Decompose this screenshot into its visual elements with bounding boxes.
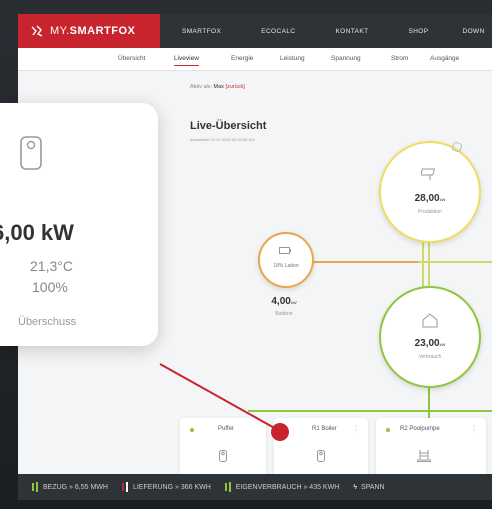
lightning-icon: ϟ	[353, 483, 357, 491]
status-lieferung: LIEFERUNG » 366 KWH	[121, 482, 211, 492]
status-bezug-text: BEZUG » 6,55 MWH	[43, 483, 108, 491]
nav-downloads[interactable]: DOWN	[462, 28, 484, 35]
sub-nav: Übersicht Liveview Energie Leistung Span…	[18, 48, 492, 71]
bar-chart-icon	[121, 483, 124, 491]
battery-value-group: 4,00kW	[254, 296, 314, 307]
tab-strom[interactable]: Strom	[391, 55, 408, 62]
solar-panel-icon	[421, 168, 436, 180]
temperature-value: 21,3°C	[30, 258, 73, 274]
battery-node[interactable]: 18% Laden	[258, 232, 314, 288]
bar-chart-icon	[224, 483, 227, 491]
tab-leistung[interactable]: Leistung	[280, 55, 305, 62]
battery-unit: kW	[290, 300, 297, 305]
percent-value: 100%	[32, 279, 68, 295]
fox-logo-icon	[31, 25, 43, 37]
nav-shop[interactable]: SHOP	[408, 28, 428, 35]
zoom-callout-card: 6,00 kW 21,3°C 100% Überschuss	[0, 103, 158, 346]
status-lieferung-text: LIEFERUNG » 366 KWH	[132, 483, 211, 491]
status-bezug: BEZUG » 6,55 MWH	[32, 482, 108, 492]
bar-chart-icon	[228, 482, 231, 492]
status-dot	[386, 428, 390, 432]
status-spannung-text: SPANN	[360, 483, 385, 491]
tab-liveview[interactable]: Liveview	[174, 55, 199, 66]
surplus-label: Überschuss	[18, 316, 77, 328]
consumption-value: 23,00	[414, 338, 440, 349]
battery-value: 4,00	[271, 296, 291, 307]
nav-smartfox[interactable]: SMARTFOX	[182, 28, 221, 35]
production-unit: kW	[439, 197, 446, 202]
nav-kontakt[interactable]: KONTAKT	[335, 28, 368, 35]
production-node[interactable]: 28,00kW Produktion	[379, 141, 481, 243]
surplus-power-value: 6,00 kW	[0, 220, 74, 245]
brand-name-bold: SMARTFOX	[69, 25, 136, 37]
tab-energie[interactable]: Energie	[231, 55, 253, 62]
status-dot	[284, 428, 288, 432]
bar-chart-icon	[125, 482, 128, 492]
load-card-name: R2 Poolpumpe	[400, 426, 440, 432]
page-title: Live-Übersicht	[190, 120, 267, 132]
main-nav: SMARTFOX ECOCALC KONTAKT SHOP DOWN	[168, 14, 485, 48]
boiler-icon	[20, 136, 42, 170]
status-eigen-text: EIGENVERBRAUCH » 435 KWH	[235, 483, 340, 491]
breadcrumb: Aktiv als: Max [zurück]	[190, 84, 245, 90]
status-spannung: ϟ SPANN	[353, 484, 384, 491]
load-card-name: Puffer	[218, 426, 234, 432]
production-label: Produktion	[418, 209, 442, 215]
production-value: 28,00	[414, 193, 440, 204]
boiler-icon	[219, 450, 227, 462]
boiler-icon	[317, 450, 325, 462]
house-icon	[422, 313, 438, 328]
status-bar: BEZUG » 6,55 MWH LIEFERUNG » 366 KWH EIG…	[18, 474, 492, 500]
battery-label: Batterie	[275, 311, 293, 317]
bar-chart-icon	[36, 482, 38, 492]
battery-icon	[279, 247, 291, 254]
tab-spannung[interactable]: Spannung	[331, 55, 361, 62]
connector-battery	[308, 261, 418, 263]
tab-ausgaenge[interactable]: Ausgänge	[430, 55, 459, 62]
back-link[interactable]: [zurück]	[225, 84, 244, 90]
load-card-name: R1 Boiler	[312, 426, 337, 432]
nav-ecocalc[interactable]: ECOCALC	[261, 28, 295, 35]
pool-pump-icon	[417, 450, 431, 462]
brand-logo[interactable]: MY. SMARTFOX	[18, 14, 160, 48]
settings-icon[interactable]	[450, 140, 464, 154]
breadcrumb-user: Max	[213, 84, 224, 90]
consumption-node[interactable]: 23,00kW Verbrauch	[379, 286, 481, 388]
breadcrumb-prefix: Aktiv als:	[190, 84, 213, 90]
top-bar: MY. SMARTFOX SMARTFOX ECOCALC KONTAKT SHO…	[18, 14, 492, 48]
status-dot	[190, 428, 194, 432]
connector-loads-bus	[248, 410, 492, 412]
status-eigen: EIGENVERBRAUCH » 435 KWH	[224, 482, 340, 492]
updated-timestamp: Aktualisiert 21.01.2020 00:00:00 Uhr	[190, 137, 255, 142]
connector-grid	[418, 261, 492, 263]
brand-name-light: MY.	[50, 25, 70, 37]
more-options-icon[interactable]: ⋮	[352, 425, 360, 434]
bar-chart-icon	[32, 483, 34, 491]
consumption-label: Verbrauch	[418, 354, 442, 360]
connector-cons-loads	[428, 384, 430, 418]
battery-charge: 18% Laden	[273, 263, 299, 269]
more-options-icon[interactable]: ⋮	[470, 425, 478, 434]
consumption-unit: kW	[439, 342, 446, 347]
tab-uebersicht[interactable]: Übersicht	[118, 55, 145, 62]
